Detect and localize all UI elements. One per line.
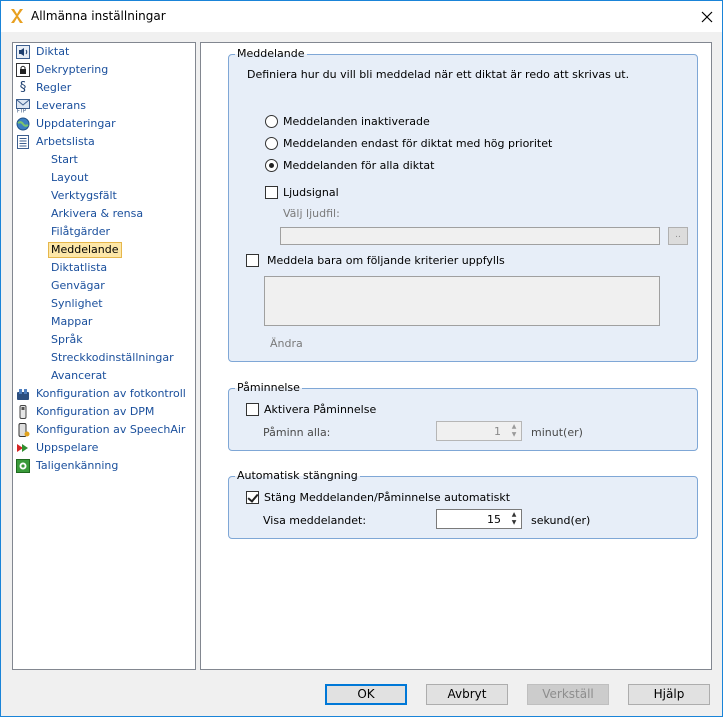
help-button[interactable]: Hjälp — [628, 684, 710, 705]
tree-subitem-sprak[interactable]: Språk — [49, 332, 85, 348]
ftp-delivery-icon: FTP — [16, 99, 30, 115]
tree-subitem-mappar[interactable]: Mappar — [49, 314, 94, 330]
tree-label: Arbetslista — [36, 135, 95, 148]
settings-tree[interactable]: Diktat Dekryptering § Regler FTP Leveran… — [12, 42, 196, 670]
criteria-checkbox[interactable] — [246, 254, 259, 267]
autoclose-group: Automatisk stängning Stäng Meddelanden/P… — [228, 469, 698, 539]
radio-label: Meddelanden inaktiverade — [283, 115, 430, 128]
reminder-interval-spinner[interactable]: 1 ▲ ▼ — [436, 421, 522, 441]
show-message-unit: sekund(er) — [531, 514, 591, 527]
reminder-interval-label: Påminn alla: — [263, 426, 331, 439]
paragraph-icon: § — [19, 80, 27, 95]
tree-subitem-arkivera[interactable]: Arkivera & rensa — [49, 206, 145, 222]
checkbox-label: Ljudsignal — [283, 186, 339, 199]
settings-window: Allmänna inställningar Diktat Dekrypteri… — [0, 0, 723, 717]
radio-label: Meddelanden endast för diktat med hög pr… — [283, 137, 553, 150]
tree-label: Konfiguration av DPM — [36, 405, 155, 418]
sound-file-input[interactable] — [280, 227, 660, 245]
tree-subitem-meddelande[interactable]: Meddelande — [48, 242, 122, 258]
speechair-device-icon — [16, 423, 30, 437]
ok-button[interactable]: OK — [325, 684, 407, 705]
tree-subitem-genvagar[interactable]: Genvägar — [49, 278, 107, 294]
tree-label: Uppspelare — [36, 441, 99, 454]
tree-subitem-avancerat[interactable]: Avancerat — [49, 368, 109, 384]
foot-control-icon — [16, 387, 30, 401]
apply-button[interactable]: Verkställ — [527, 684, 609, 705]
tree-label: Dekryptering — [36, 63, 109, 76]
window-title: Allmänna inställningar — [31, 9, 166, 23]
tree-subitem-diktatlista[interactable]: Diktatlista — [49, 260, 109, 276]
sound-file-label: Välj ljudfil: — [283, 207, 340, 220]
cancel-button[interactable]: Avbryt — [426, 684, 508, 705]
reminder-unit: minut(er) — [531, 426, 583, 439]
tree-label: Diktat — [36, 45, 70, 58]
tree-label: Konfiguration av SpeechAir — [36, 423, 186, 436]
tree-label: Uppdateringar — [36, 117, 116, 130]
play-icon — [16, 441, 30, 455]
criteria-list[interactable] — [264, 276, 660, 326]
meddelande-group: Meddelande Definiera hur du vill bli med… — [228, 47, 698, 362]
reminder-checkbox[interactable] — [246, 403, 259, 416]
show-message-label: Visa meddelandet: — [263, 514, 367, 527]
tree-subitem-filatgarder[interactable]: Filåtgärder — [49, 224, 112, 240]
list-icon — [16, 135, 30, 149]
checkbox-label: Meddela bara om följande kriterier uppfy… — [267, 254, 505, 267]
app-x-icon — [9, 8, 25, 24]
lock-icon — [16, 63, 30, 77]
tree-subitem-streckkod[interactable]: Streckkodinställningar — [49, 350, 176, 366]
description-text: Definiera hur du vill bli meddelad när e… — [247, 68, 630, 81]
settings-panel: Meddelande Definiera hur du vill bli med… — [200, 42, 712, 670]
title-bar: Allmänna inställningar — [1, 1, 722, 32]
speaker-icon — [16, 45, 30, 59]
group-legend: Automatisk stängning — [235, 469, 360, 483]
group-legend: Påminnelse — [235, 381, 302, 395]
checkbox-label: Aktivera Påminnelse — [264, 403, 377, 416]
radio-label: Meddelanden för alla diktat — [283, 159, 435, 172]
radio-all-dictations[interactable] — [265, 159, 278, 172]
browse-button[interactable]: .. — [668, 227, 688, 245]
checkbox-label: Stäng Meddelanden/Påminnelse automatiskt — [264, 491, 511, 504]
change-button[interactable]: Ändra — [270, 337, 303, 351]
paminnelse-group: Påminnelse Aktivera Påminnelse Påminn al… — [228, 381, 698, 451]
tree-subitem-start[interactable]: Start — [49, 152, 80, 168]
recorder-icon — [16, 405, 30, 419]
tree-subitem-layout[interactable]: Layout — [49, 170, 90, 186]
svg-text:FTP: FTP — [17, 109, 26, 114]
spinner-value: 1 — [494, 425, 501, 438]
tree-label: Regler — [36, 81, 72, 94]
spinner-arrows-icon[interactable]: ▲ ▼ — [508, 423, 520, 439]
tree-label: Konfiguration av fotkontroll — [36, 387, 186, 400]
spinner-arrows-icon[interactable]: ▲ ▼ — [508, 511, 520, 527]
radio-disabled-notifications[interactable] — [265, 115, 278, 128]
tree-subitem-verktygsfalt[interactable]: Verktygsfält — [49, 188, 119, 204]
autoclose-checkbox[interactable] — [246, 491, 259, 504]
globe-update-icon — [16, 117, 30, 131]
tree-subitem-synlighet[interactable]: Synlighet — [49, 296, 105, 312]
spinner-value: 15 — [487, 513, 501, 526]
tree-label: Leverans — [36, 99, 86, 112]
show-message-spinner[interactable]: 15 ▲ ▼ — [436, 509, 522, 529]
group-legend: Meddelande — [235, 47, 307, 61]
speech-recognition-icon — [16, 459, 30, 473]
radio-high-priority-only[interactable] — [265, 137, 278, 150]
sound-checkbox[interactable] — [265, 186, 278, 199]
tree-label: Taligenkänning — [36, 459, 119, 472]
close-icon[interactable] — [692, 1, 722, 32]
